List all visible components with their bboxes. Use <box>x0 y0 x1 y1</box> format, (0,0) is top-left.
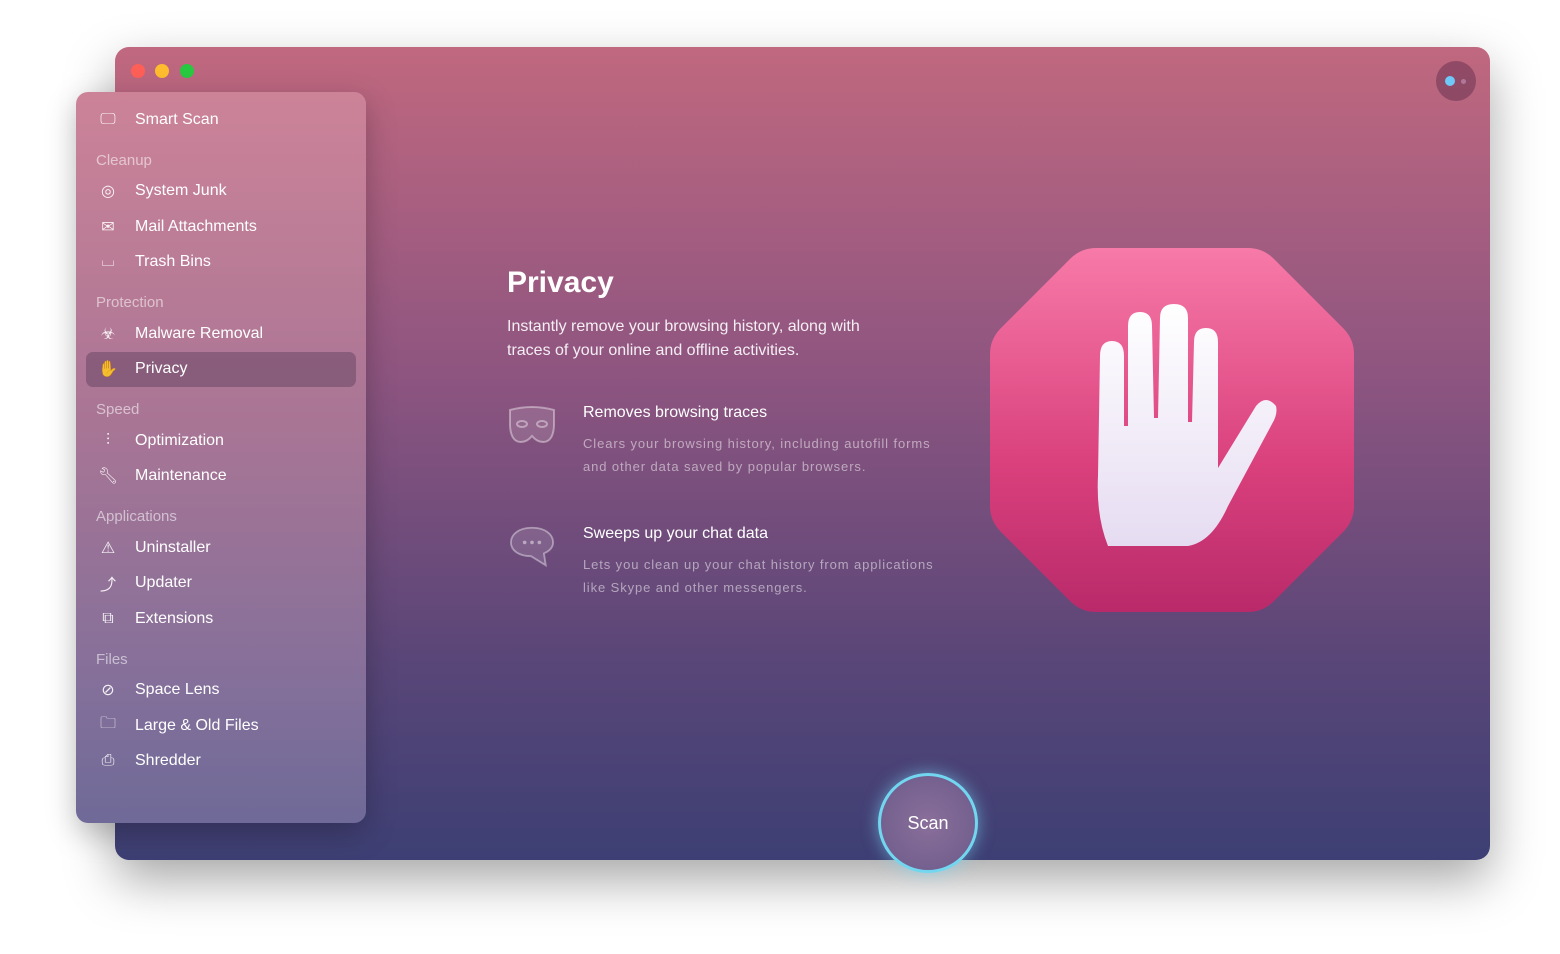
close-button[interactable] <box>131 64 145 78</box>
hand-icon: ✋ <box>98 361 118 379</box>
sliders-icon: ⫶ <box>105 431 110 449</box>
mask-icon <box>509 406 555 444</box>
sidebar-item-smart-scan[interactable]: 🖵 Smart Scan <box>86 102 356 138</box>
sidebar-item-large-old-files[interactable]: 🗀 Large & Old Files <box>86 708 356 744</box>
sidebar-item-label: Extensions <box>135 609 214 627</box>
sidebar-item-label: Large & Old Files <box>135 716 259 734</box>
sidebar-item-label: Smart Scan <box>135 110 219 128</box>
sidebar-item-optimization[interactable]: ⫶ Optimization <box>86 423 356 459</box>
sidebar: 🖵 Smart Scan Cleanup ◎ System Junk ✉ Mail A… <box>76 92 366 823</box>
sidebar-item-maintenance[interactable]: 🔧︎ Maintenance <box>86 459 356 495</box>
sidebar-item-label: Optimization <box>135 431 224 449</box>
feature-title: Removes browsing traces <box>583 404 768 421</box>
assistant-button[interactable] <box>1436 61 1476 101</box>
sidebar-item-label: Shredder <box>135 752 201 770</box>
sidebar-item-label: Privacy <box>135 360 188 378</box>
sidebar-item-shredder[interactable]: ⎙ Shredder <box>86 744 356 780</box>
section-header-files: Files <box>96 650 128 668</box>
shredder-icon: ⎙ <box>101 752 115 770</box>
zoom-button[interactable] <box>180 64 194 78</box>
sidebar-item-space-lens[interactable]: ⊘ Space Lens <box>86 673 356 709</box>
feature-description: Lets you clean up your chat history from… <box>583 557 934 595</box>
section-header-speed: Speed <box>96 401 140 418</box>
sidebar-item-uninstaller[interactable]: ⚠︎ Uninstaller <box>86 530 356 566</box>
trash-bin-icon: ⌴ <box>101 253 115 271</box>
assistant-dot-icon <box>1445 76 1455 86</box>
minimize-button[interactable] <box>155 64 169 78</box>
sidebar-item-label: Maintenance <box>135 467 227 485</box>
sidebar-item-trash-bins[interactable]: ⌴ Trash Bins <box>86 245 356 281</box>
page-title: Privacy <box>507 266 614 299</box>
sidebar-item-extensions[interactable]: ⧉ Extensions <box>86 601 356 637</box>
sidebar-item-label: System Junk <box>135 182 227 200</box>
envelope-icon: ✉ <box>101 218 115 236</box>
biohazard-icon: ☣ <box>100 325 116 343</box>
feature-title: Sweeps up your chat data <box>583 525 769 542</box>
sidebar-item-label: Space Lens <box>135 681 220 699</box>
sidebar-item-label: Malware Removal <box>135 324 264 342</box>
monitor-icon: 🖵 <box>100 110 116 128</box>
chat-bubble-icon <box>509 526 555 568</box>
scan-button[interactable]: Scan <box>878 773 978 873</box>
sidebar-item-mail-attachments[interactable]: ✉ Mail Attachments <box>86 209 356 245</box>
stop-hand-icon <box>990 248 1354 612</box>
uninstaller-icon: ⚠︎ <box>100 539 116 557</box>
wrench-icon: 🔧︎ <box>97 468 119 486</box>
assistant-dot-icon <box>1461 79 1466 84</box>
section-header-cleanup: Cleanup <box>96 151 152 169</box>
page-subtitle: Instantly remove your browsing history, … <box>507 318 860 359</box>
puzzle-icon: ⧉ <box>102 609 114 627</box>
folder-icon: 🗀 <box>99 715 116 733</box>
sidebar-item-label: Uninstaller <box>135 538 211 556</box>
space-lens-icon: ⊘ <box>101 682 115 700</box>
updater-arrow-icon: ⤴ <box>99 577 116 595</box>
sidebar-item-label: Mail Attachments <box>135 217 257 235</box>
sidebar-item-label: Trash Bins <box>135 253 211 271</box>
sidebar-item-label: Updater <box>135 574 192 592</box>
sidebar-item-privacy[interactable]: ✋ Privacy <box>86 351 356 387</box>
section-header-protection: Protection <box>96 294 164 311</box>
section-header-applications: Applications <box>96 508 177 525</box>
sidebar-item-updater[interactable]: ⤴ Updater <box>86 566 356 602</box>
feature-description: Clears your browsing history, including … <box>583 436 931 474</box>
system-junk-icon: ◎ <box>101 183 115 201</box>
sidebar-item-malware-removal[interactable]: ☣ Malware Removal <box>86 316 356 352</box>
sidebar-item-system-junk[interactable]: ◎ System Junk <box>86 174 356 210</box>
